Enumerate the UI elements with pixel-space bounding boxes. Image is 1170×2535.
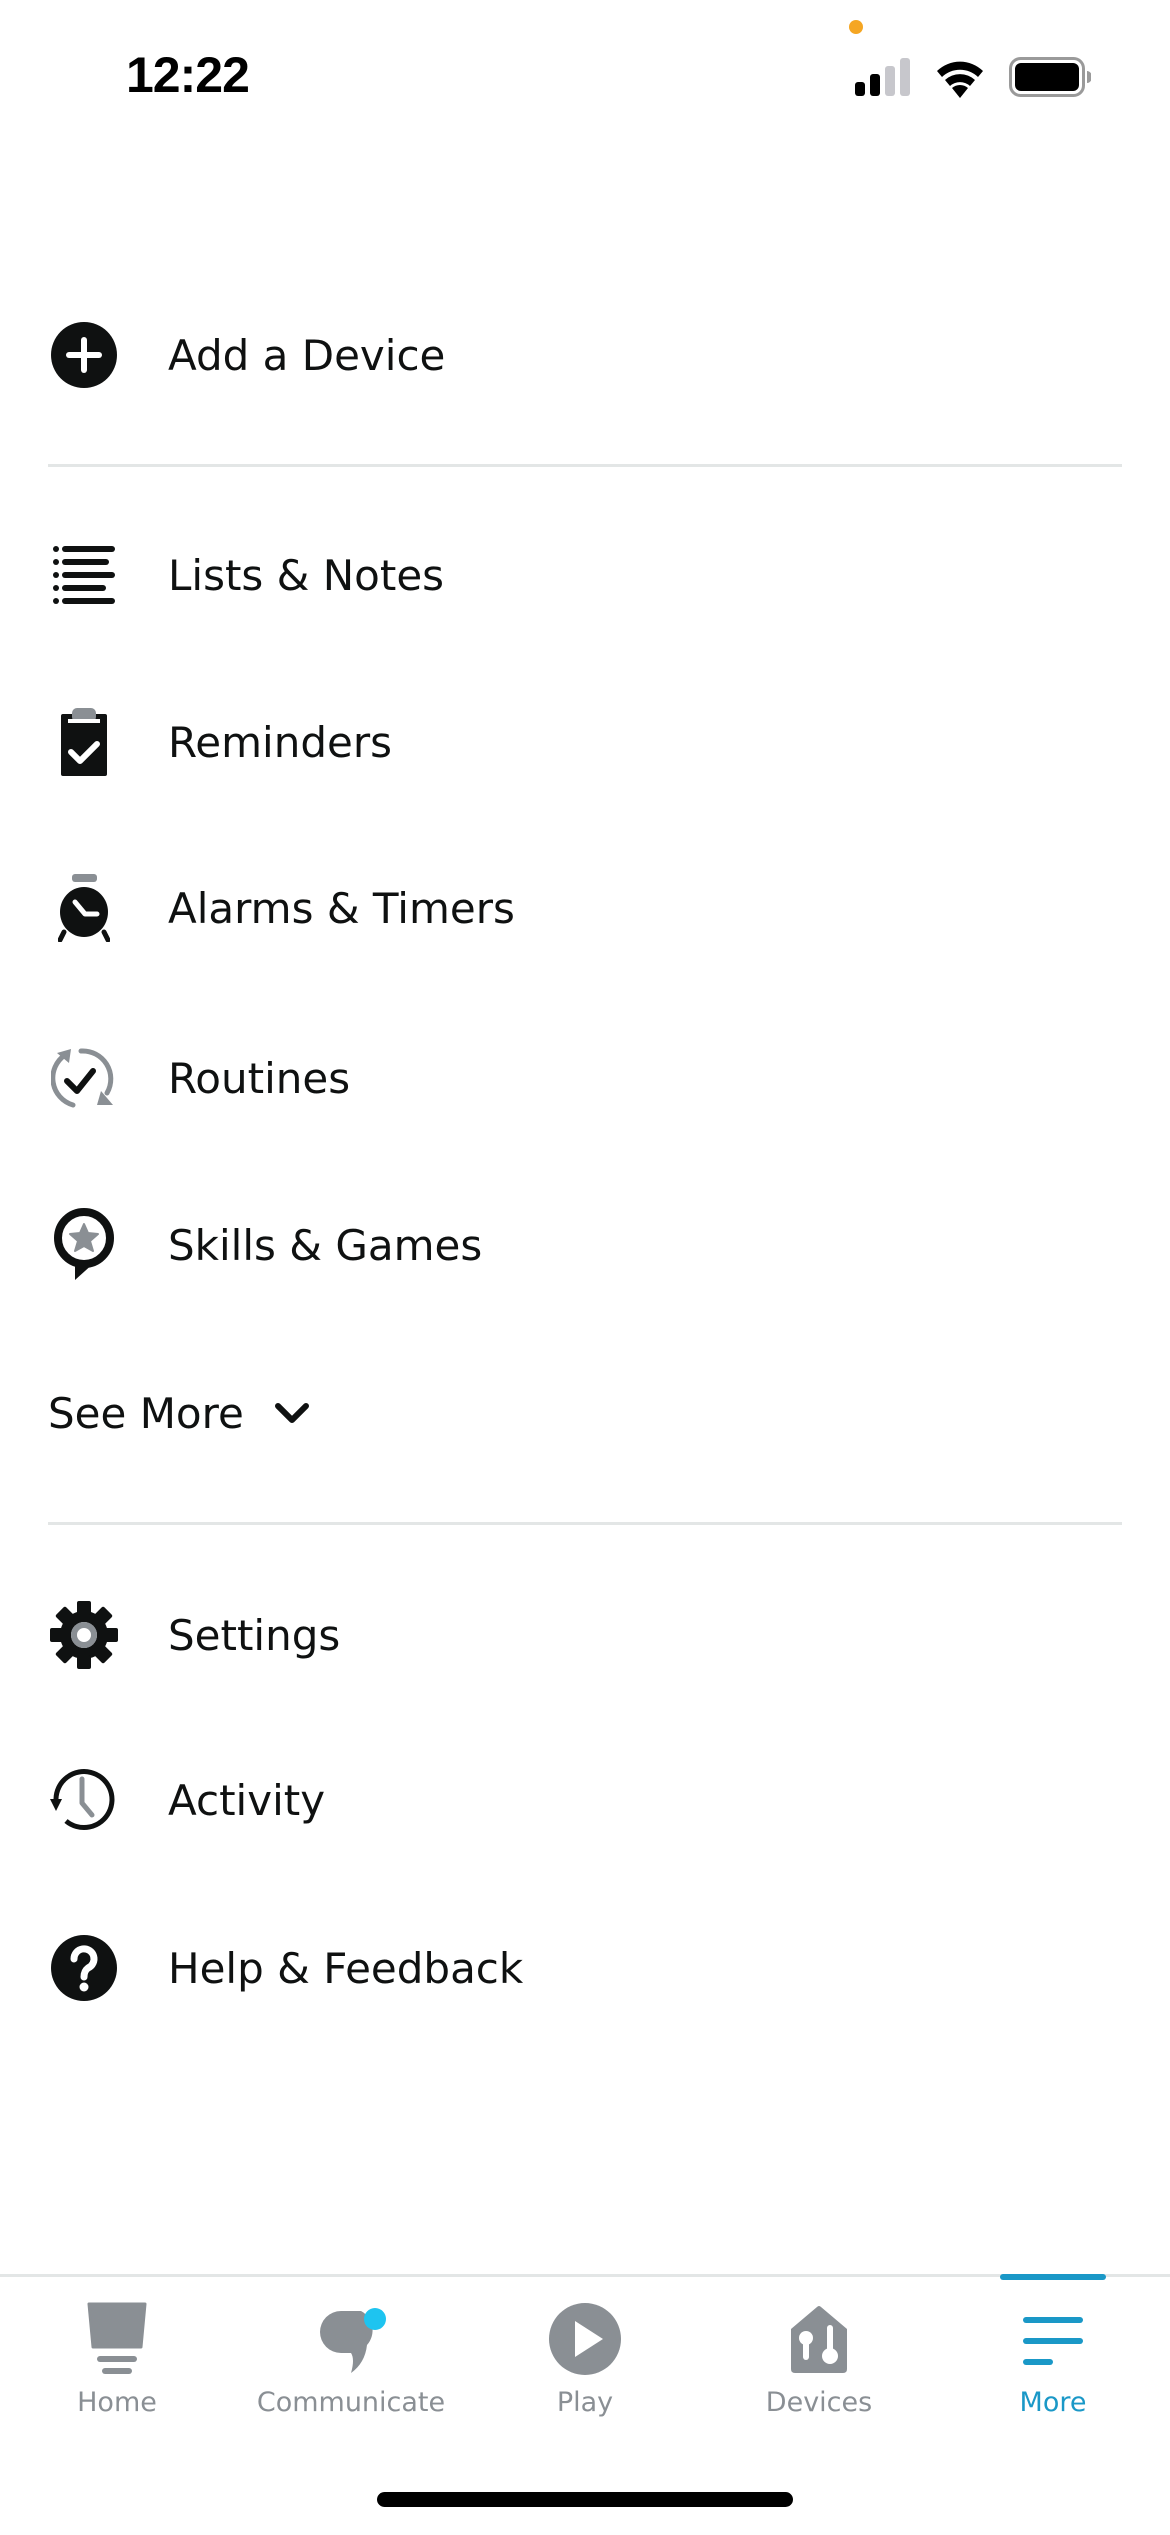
- tab-label: More: [1019, 2387, 1087, 2418]
- menu-item-label: Skills & Games: [168, 1220, 483, 1270]
- menu-item-settings[interactable]: Settings: [0, 1575, 1170, 1695]
- clipboard-check-icon: [48, 706, 120, 778]
- menu-item-label: Add a Device: [168, 330, 446, 380]
- history-clock-icon: [48, 1764, 120, 1836]
- menu-item-label: Lists & Notes: [168, 550, 445, 600]
- chat-bubble-icon: [320, 2308, 386, 2373]
- tab-more[interactable]: More: [936, 2274, 1170, 2447]
- routine-refresh-check-icon: [48, 1042, 120, 1114]
- see-more-label: See More: [48, 1388, 244, 1438]
- speech-bubble-star-icon: [48, 1208, 120, 1281]
- section-divider: [48, 1522, 1122, 1525]
- menu-item-routines[interactable]: Routines: [0, 1018, 1170, 1138]
- home-echo-icon: [87, 2302, 147, 2374]
- gear-icon: [48, 1599, 120, 1671]
- menu-item-help-feedback[interactable]: Help & Feedback: [0, 1908, 1170, 2028]
- question-circle-icon: [48, 1932, 120, 2004]
- status-bar: 12:22: [0, 0, 1170, 140]
- wifi-icon: [937, 61, 983, 98]
- see-more-button[interactable]: See More: [48, 1373, 310, 1453]
- home-indicator[interactable]: [377, 2492, 793, 2507]
- tab-home[interactable]: Home: [0, 2277, 234, 2447]
- menu-item-reminders[interactable]: Reminders: [0, 682, 1170, 802]
- menu-item-label: Routines: [168, 1053, 351, 1103]
- tab-devices[interactable]: Devices: [702, 2277, 936, 2447]
- active-tab-indicator: [1000, 2274, 1106, 2280]
- menu-item-skills-games[interactable]: Skills & Games: [0, 1185, 1170, 1305]
- recording-indicator-dot: [849, 20, 863, 34]
- battery-icon: [1009, 57, 1091, 97]
- menu-item-label: Settings: [168, 1610, 341, 1660]
- cellular-signal-icon: [855, 58, 910, 96]
- alarm-clock-icon: [48, 872, 120, 944]
- menu-item-add-device[interactable]: Add a Device: [0, 295, 1170, 415]
- tab-label: Home: [77, 2387, 157, 2418]
- status-time: 12:22: [126, 47, 250, 103]
- chevron-down-icon: [274, 1403, 309, 1423]
- notification-dot: [364, 2308, 386, 2330]
- list-icon: [48, 539, 120, 611]
- menu-item-label: Reminders: [168, 717, 392, 767]
- menu-item-lists-notes[interactable]: Lists & Notes: [0, 515, 1170, 635]
- menu-item-label: Help & Feedback: [168, 1943, 524, 1993]
- plus-circle-icon: [48, 319, 120, 391]
- menu-item-activity[interactable]: Activity: [0, 1740, 1170, 1860]
- tab-label: Devices: [765, 2387, 873, 2418]
- menu-item-label: Activity: [168, 1775, 326, 1825]
- tab-communicate[interactable]: Communicate: [234, 2277, 468, 2447]
- tab-label: Play: [556, 2387, 614, 2418]
- play-circle-icon: [549, 2303, 621, 2375]
- menu-item-label: Alarms & Timers: [168, 883, 515, 933]
- tab-play[interactable]: Play: [468, 2277, 702, 2447]
- tab-label: Communicate: [256, 2387, 446, 2418]
- section-divider: [48, 464, 1122, 467]
- hamburger-menu-icon: [1023, 2317, 1083, 2365]
- devices-house-icon: [791, 2306, 847, 2373]
- menu-item-alarms-timers[interactable]: Alarms & Timers: [0, 848, 1170, 968]
